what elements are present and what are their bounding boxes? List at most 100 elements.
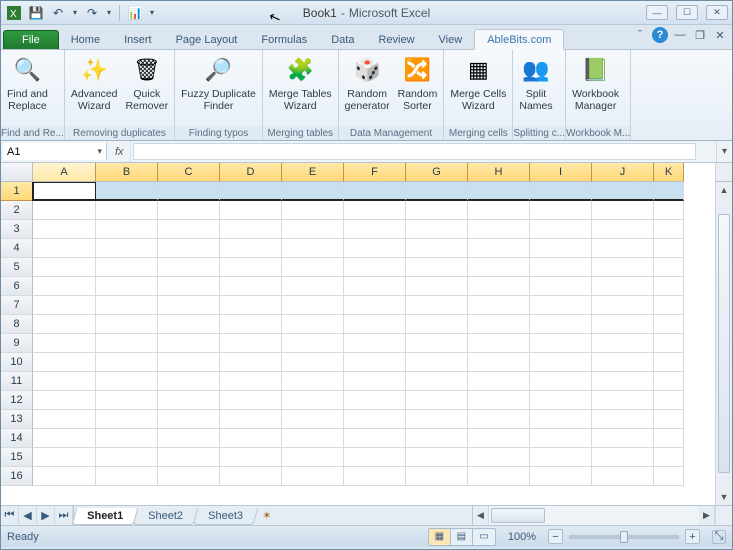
cell[interactable] — [33, 220, 96, 239]
cell[interactable] — [654, 220, 684, 239]
cell[interactable] — [530, 220, 592, 239]
cell[interactable] — [654, 372, 684, 391]
row-header[interactable]: 2 — [1, 201, 33, 220]
qat-customize-dropdown[interactable]: ▾ — [148, 4, 156, 22]
cell[interactable] — [468, 182, 530, 201]
cell[interactable] — [33, 182, 96, 201]
cell[interactable] — [654, 277, 684, 296]
cell[interactable] — [33, 372, 96, 391]
cell[interactable] — [282, 277, 344, 296]
cell[interactable] — [530, 182, 592, 201]
cell[interactable] — [33, 239, 96, 258]
cell[interactable] — [592, 429, 654, 448]
cell[interactable] — [530, 315, 592, 334]
cell[interactable] — [96, 277, 158, 296]
cell[interactable] — [468, 258, 530, 277]
cell[interactable] — [344, 410, 406, 429]
cell[interactable] — [530, 239, 592, 258]
vertical-scroll-thumb[interactable] — [718, 214, 730, 473]
cell[interactable] — [220, 201, 282, 220]
row-header[interactable]: 6 — [1, 277, 33, 296]
cell[interactable] — [344, 429, 406, 448]
cell[interactable] — [220, 277, 282, 296]
cell[interactable] — [96, 429, 158, 448]
column-header[interactable]: B — [96, 163, 158, 182]
cell[interactable] — [406, 277, 468, 296]
cell[interactable] — [468, 239, 530, 258]
cell[interactable] — [468, 334, 530, 353]
random-sorter-button[interactable]: 🔀RandomSorter — [394, 52, 442, 114]
cell[interactable] — [220, 334, 282, 353]
cell[interactable] — [468, 220, 530, 239]
column-header[interactable]: I — [530, 163, 592, 182]
row-header[interactable]: 16 — [1, 467, 33, 486]
column-header[interactable]: E — [282, 163, 344, 182]
cell[interactable] — [33, 353, 96, 372]
cell[interactable] — [654, 429, 684, 448]
cell[interactable] — [406, 334, 468, 353]
tab-file[interactable]: File — [3, 30, 59, 49]
column-header[interactable]: J — [592, 163, 654, 182]
cell[interactable] — [530, 429, 592, 448]
ribbon-minimize-icon[interactable]: ˆ — [632, 27, 648, 43]
cell[interactable] — [282, 201, 344, 220]
cell[interactable] — [220, 467, 282, 486]
fx-icon[interactable]: fx — [115, 146, 124, 158]
split-names-button[interactable]: 👥SplitNames — [515, 52, 556, 114]
cell[interactable] — [220, 220, 282, 239]
cell[interactable] — [158, 410, 220, 429]
row-header[interactable]: 10 — [1, 353, 33, 372]
cell[interactable] — [33, 201, 96, 220]
cell[interactable] — [220, 353, 282, 372]
cell[interactable] — [96, 448, 158, 467]
cell[interactable] — [344, 467, 406, 486]
name-box-dropdown-icon[interactable]: ▾ — [97, 146, 102, 157]
cell[interactable] — [530, 334, 592, 353]
tab-home[interactable]: Home — [59, 30, 112, 49]
tab-data[interactable]: Data — [319, 30, 366, 49]
column-header[interactable]: G — [406, 163, 468, 182]
vertical-scrollbar[interactable]: ▲ ▼ — [715, 182, 732, 505]
tab-page-layout[interactable]: Page Layout — [164, 30, 250, 49]
row-header[interactable]: 9 — [1, 334, 33, 353]
cell[interactable] — [654, 467, 684, 486]
cell[interactable] — [530, 410, 592, 429]
cell[interactable] — [592, 391, 654, 410]
cell[interactable] — [592, 334, 654, 353]
cell[interactable] — [220, 315, 282, 334]
select-all-button[interactable] — [1, 163, 33, 182]
save-button[interactable]: 💾 — [27, 4, 45, 22]
zoom-out-button[interactable]: − — [548, 529, 563, 544]
cell[interactable] — [406, 315, 468, 334]
zoom-level[interactable]: 100% — [502, 531, 542, 543]
cell[interactable] — [468, 353, 530, 372]
cell[interactable] — [158, 467, 220, 486]
cell[interactable] — [96, 372, 158, 391]
cell[interactable] — [344, 334, 406, 353]
cell[interactable] — [654, 353, 684, 372]
cell[interactable] — [282, 448, 344, 467]
cell[interactable] — [220, 239, 282, 258]
row-header[interactable]: 15 — [1, 448, 33, 467]
cell[interactable] — [592, 182, 654, 201]
cell[interactable] — [592, 277, 654, 296]
cell[interactable] — [282, 467, 344, 486]
cell[interactable] — [220, 182, 282, 201]
cell[interactable] — [592, 201, 654, 220]
cell[interactable] — [344, 258, 406, 277]
horizontal-scrollbar[interactable]: ◀ ▶ — [472, 506, 732, 525]
column-header[interactable]: F — [344, 163, 406, 182]
cell[interactable] — [468, 448, 530, 467]
cell[interactable] — [530, 467, 592, 486]
cell[interactable] — [220, 448, 282, 467]
cell[interactable] — [158, 391, 220, 410]
cell[interactable] — [158, 296, 220, 315]
cell[interactable] — [158, 372, 220, 391]
tab-ablebits-com[interactable]: AbleBits.com — [474, 29, 564, 50]
cell[interactable] — [406, 391, 468, 410]
scroll-left-button[interactable]: ◀ — [473, 506, 489, 525]
cell[interactable] — [282, 220, 344, 239]
cell[interactable] — [158, 201, 220, 220]
cell[interactable] — [344, 448, 406, 467]
column-header[interactable]: D — [220, 163, 282, 182]
